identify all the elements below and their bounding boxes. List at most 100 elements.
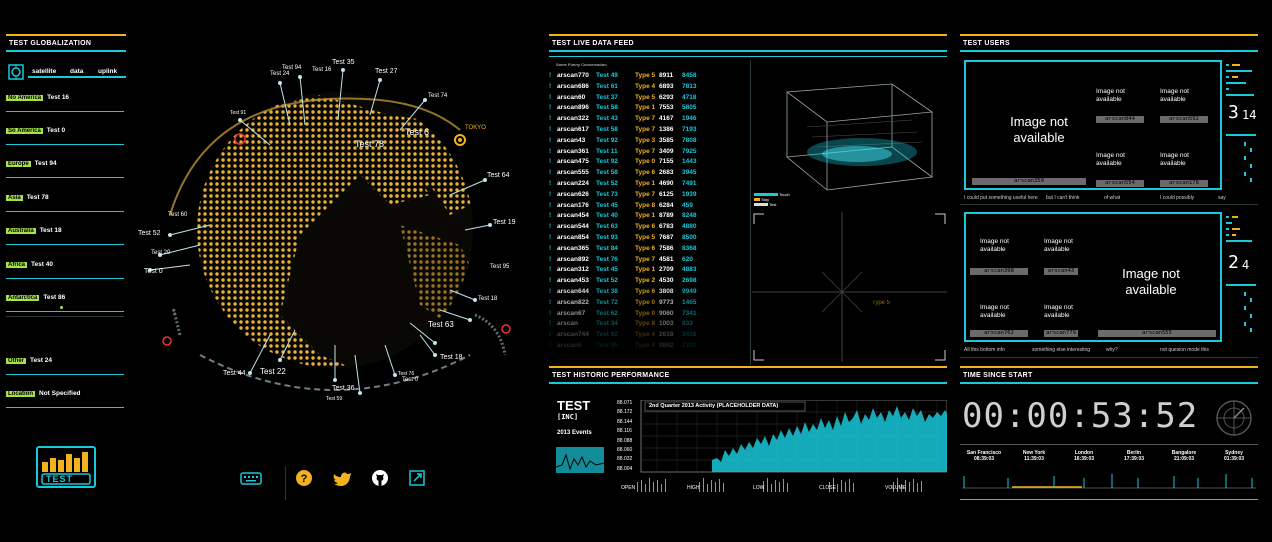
feed-cell: 4530: [659, 277, 674, 285]
feed-row-marker: !: [549, 298, 552, 306]
feed-cell: Type 8: [635, 320, 656, 328]
user-panel-1[interactable]: Image not available arscan359 Image not …: [964, 60, 1222, 190]
city-time: 11:39:03: [1024, 456, 1044, 462]
feed-row: ! arscan744 Test 62 Type 4 2618 3416: [549, 331, 744, 340]
city-time: 16:39:03: [1073, 456, 1094, 462]
feed-cell: Test 73: [596, 190, 618, 198]
feed-cell: arscan312: [557, 266, 589, 274]
feed-cell: 9949: [682, 288, 697, 295]
location-row: Location Not Specified: [6, 390, 124, 412]
timeline-markers: [962, 468, 1256, 496]
feed-cell: Type 8: [635, 201, 656, 209]
feed-cell: 8458: [682, 72, 697, 79]
region-other: Other Test 24: [6, 357, 124, 379]
feed-cell: arscan555: [557, 169, 589, 177]
globalization-header: TEST GLOBALIZATION: [6, 34, 126, 52]
feed-cell: Type 4: [635, 342, 656, 349]
feed-row-marker: !: [549, 288, 552, 295]
feed-cell: 6284: [659, 201, 674, 209]
feed-row-marker: !: [549, 136, 552, 144]
feed-cell: arscan686: [557, 82, 589, 90]
test-logo: TEST: [36, 446, 96, 488]
historic-logo-title: TEST: [557, 398, 591, 413]
feed-cell: arscan617: [557, 126, 589, 133]
target-icon[interactable]: [8, 64, 24, 80]
feed-cell: 7808: [682, 136, 697, 144]
feed-cell: 9060: [659, 309, 674, 317]
feed-cell: Test 40: [596, 212, 618, 220]
keyboard-icon[interactable]: [240, 468, 262, 490]
globe-label: Test 74: [428, 93, 448, 99]
feed-row: ! arscan365 Test 84 Type 6 7586 8368: [549, 245, 744, 254]
feed-cell: arscan361: [557, 147, 589, 155]
feed-cell: Test 34: [596, 320, 618, 328]
3d-legend: Touch Stay Test: [754, 192, 790, 207]
historic-area-chart[interactable]: 88.071 88.172 88.144 88.116 88.088 88.060 88.0…: [617, 400, 947, 475]
historic-mini-chart: [555, 447, 605, 473]
region-north-america: No America Test 16: [6, 94, 124, 116]
feed-cell: 1465: [682, 298, 697, 306]
user-thumb-name: arscan762: [970, 330, 1028, 337]
feed-cell: Test 92: [596, 136, 618, 144]
city-clock: London 16:39:03: [1062, 450, 1106, 462]
tab-satellite[interactable]: satellite: [32, 68, 56, 75]
fullscreen-icon[interactable]: [408, 468, 430, 490]
user-thumb-name: arscan178: [1160, 180, 1208, 187]
feed-row-marker: !: [549, 277, 552, 285]
user-panel-2-sidebar: 2 4: [1226, 212, 1256, 342]
feed-cell: 9862: [659, 342, 674, 349]
feed-cell: Test 58: [596, 169, 618, 177]
feed-cell: Type 0: [635, 158, 656, 166]
feed-cell: 3808: [659, 288, 674, 295]
help-icon[interactable]: ?: [295, 468, 317, 490]
feed-row-marker: !: [549, 158, 552, 166]
feed-row-marker: !: [549, 104, 552, 112]
feed-cell: Type 0: [635, 309, 656, 317]
user-thumb-name: arscan779: [1044, 330, 1078, 337]
feed-cell: 7341: [682, 309, 697, 317]
feed-row-marker: !: [549, 82, 552, 90]
feed-cell: 459: [682, 201, 693, 209]
tab-uplink[interactable]: uplink: [98, 68, 117, 75]
user-thumb-image: Image not available: [1044, 304, 1073, 319]
feed-row: ! arscan67 Test 62 Type 0 9060 7341: [549, 310, 744, 319]
feed-cell: Test 58: [596, 126, 618, 133]
feed-cell: 8911: [659, 72, 674, 79]
feed-cell: Type 0: [635, 298, 656, 306]
feed-cell: Test 49: [596, 72, 618, 79]
feed-row: ! arscan Test 34 Type 8 1003 833: [549, 320, 744, 329]
globe-label: Test 36: [332, 385, 355, 392]
bottom-label: LOW: [753, 485, 765, 491]
feed-cell: arscan322: [557, 115, 589, 123]
3d-box-chart[interactable]: [752, 62, 947, 207]
globe-visual[interactable]: Test 35 Test 94 Test 24 Test 16 Test 27 …: [130, 55, 530, 405]
github-icon[interactable]: [370, 468, 392, 490]
feed-divider: [750, 60, 751, 365]
globalization-title: TEST GLOBALIZATION: [9, 40, 92, 47]
feed-cell: Type 4: [635, 82, 656, 90]
twitter-icon[interactable]: [332, 468, 354, 490]
bottom-label: OPEN: [621, 485, 636, 491]
city-time: 21:09:03: [1173, 456, 1194, 462]
feed-cell: 7491: [682, 180, 697, 187]
feed-cell: 4167: [659, 115, 674, 123]
crosshair-panel[interactable]: Type 5: [752, 212, 947, 362]
globe-label: Test 59: [326, 396, 343, 402]
feed-title: TEST LIVE DATA FEED: [552, 40, 634, 47]
feed-cell: arscan822: [557, 298, 589, 306]
footer-divider: [285, 466, 286, 500]
feed-row-marker: !: [549, 255, 552, 263]
feed-row-marker: !: [549, 147, 552, 155]
feed-row: ! arscan5 Test 95 Type 4 9862 7391: [549, 342, 744, 351]
feed-row: ! arscan822 Test 72 Type 0 9773 1465: [549, 299, 744, 308]
user-panel-2[interactable]: Image not available arscan398 Image not …: [964, 212, 1222, 342]
feed-cell: arscan365: [557, 244, 589, 252]
feed-row: ! arscan770 Test 49 Type 5 8911 8458: [549, 72, 744, 81]
city-time: 17:39:03: [1123, 456, 1144, 462]
city-time: 01:39:03: [1223, 456, 1244, 462]
feed-cell: Type 5: [635, 234, 656, 241]
city-clock: Bangalore 21:09:03: [1162, 450, 1206, 462]
tab-data[interactable]: data: [70, 68, 83, 75]
time-header: TIME SINCE START: [960, 366, 1258, 384]
feed-row-marker: !: [549, 266, 552, 274]
